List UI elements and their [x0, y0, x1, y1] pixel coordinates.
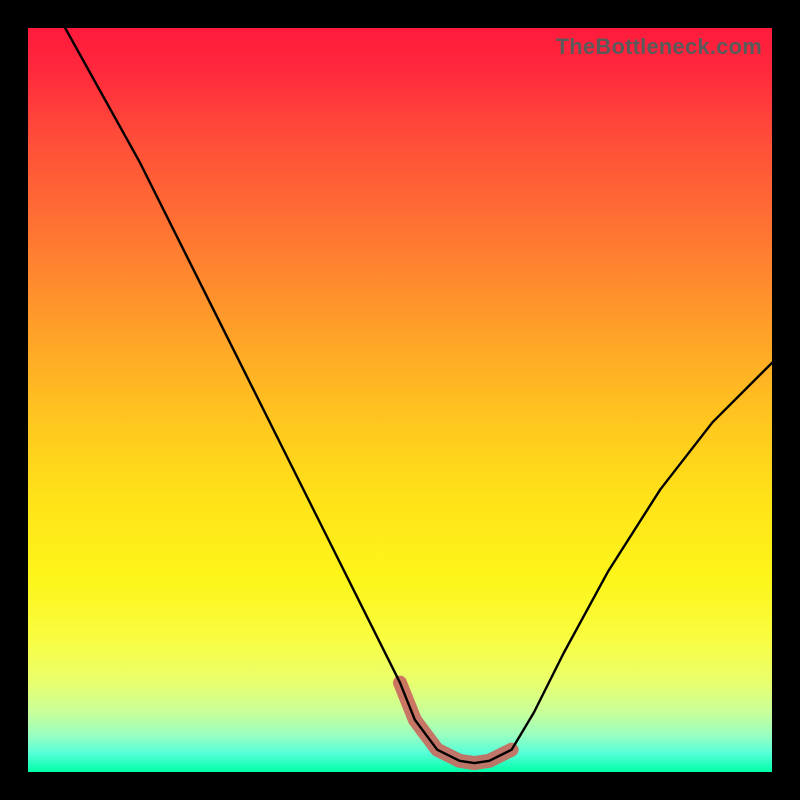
watermark-text: TheBottleneck.com	[556, 34, 762, 60]
curve-main	[65, 28, 772, 763]
plot-area: TheBottleneck.com	[28, 28, 772, 772]
chart-svg	[28, 28, 772, 772]
chart-frame: TheBottleneck.com	[0, 0, 800, 800]
